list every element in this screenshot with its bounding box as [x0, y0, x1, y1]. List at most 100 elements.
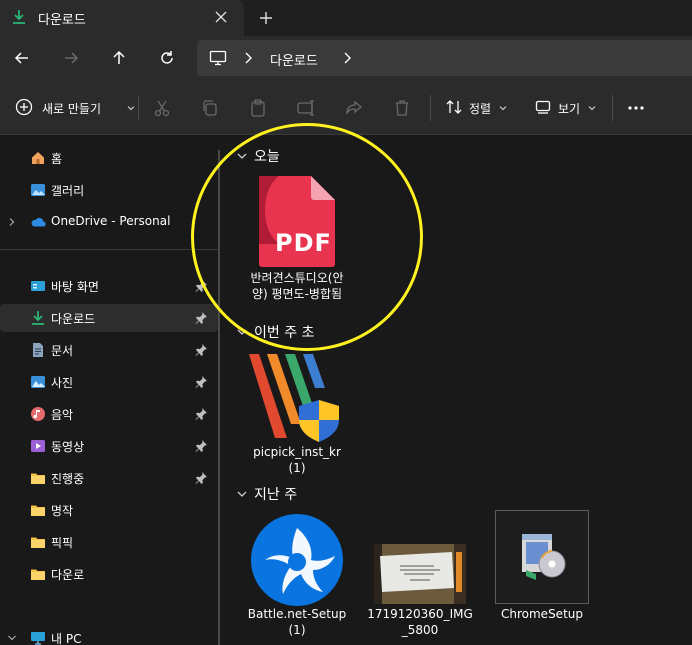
- paste-icon[interactable]: [248, 98, 268, 118]
- folder-icon: [31, 537, 45, 548]
- sidebar-item-label: 다운로: [51, 568, 85, 582]
- pin-icon[interactable]: [194, 343, 208, 357]
- sidebar-item-label: 사진: [51, 376, 74, 390]
- command-bar: 새로 만들기 정렬 보기: [0, 80, 692, 135]
- videos-icon: [31, 440, 45, 452]
- pin-icon[interactable]: [194, 407, 208, 421]
- back-icon[interactable]: [12, 48, 32, 68]
- sidebar-item-label: 내 PC: [51, 632, 82, 645]
- copy-icon[interactable]: [200, 98, 220, 118]
- breadcrumb-downloads[interactable]: 다운로드: [270, 50, 318, 69]
- file-item-image[interactable]: 1719120360_IMG_5800: [367, 512, 473, 642]
- chevron-down-icon: [588, 106, 596, 111]
- sidebar-item-downloads[interactable]: 다운로드: [0, 304, 218, 332]
- picpick-installer-icon: [249, 354, 339, 442]
- new-button-label: 새로 만들기: [42, 102, 102, 116]
- chevron-down-icon: [237, 153, 247, 159]
- divider: [612, 95, 613, 121]
- pc-icon: [31, 632, 45, 645]
- file-item-pdf[interactable]: PDF 반려견스튜디오(안양) 평면도-병합됨: [247, 172, 347, 312]
- pin-icon[interactable]: [194, 311, 208, 325]
- sidebar-item-pictures[interactable]: 사진: [0, 368, 218, 396]
- tab-downloads[interactable]: 다운로드: [0, 0, 244, 36]
- sidebar-item-this-pc[interactable]: 내 PC: [0, 624, 218, 645]
- tab-bar: 다운로드: [0, 0, 692, 36]
- delete-icon[interactable]: [392, 98, 412, 118]
- sidebar-item-label: 다운로드: [51, 312, 96, 326]
- sidebar-item-label: 갤러리: [51, 184, 85, 198]
- onedrive-icon: [31, 217, 46, 227]
- plus-circle-icon: [15, 98, 33, 116]
- pictures-icon: [31, 376, 45, 388]
- sidebar-item-picpick[interactable]: 픽픽: [0, 528, 218, 556]
- close-icon[interactable]: [212, 8, 230, 26]
- rename-icon[interactable]: [296, 98, 316, 118]
- sidebar-item-download-folder[interactable]: 다운로: [0, 560, 218, 588]
- chevron-down-icon: [237, 491, 247, 497]
- sidebar-item-masterpiece[interactable]: 명작: [0, 496, 218, 524]
- image-thumbnail: [374, 544, 466, 604]
- desktop-icon: [31, 281, 45, 291]
- up-icon[interactable]: [109, 48, 129, 68]
- file-name: 1719120360_IMG_5800: [367, 607, 473, 637]
- documents-icon: [33, 343, 43, 357]
- sidebar-item-in-progress[interactable]: 진행중: [0, 464, 218, 492]
- sort-icon: [446, 100, 462, 114]
- chevron-right-icon[interactable]: [241, 50, 255, 66]
- file-item-picpick[interactable]: picpick_inst_kr (1): [247, 350, 347, 480]
- chevron-right-icon[interactable]: [340, 50, 354, 66]
- sidebar-item-desktop[interactable]: 바탕 화면: [0, 272, 218, 300]
- divider: [0, 249, 218, 250]
- address-field[interactable]: 다운로드: [197, 40, 692, 76]
- refresh-icon[interactable]: [157, 48, 177, 68]
- pin-icon[interactable]: [194, 471, 208, 485]
- pin-icon[interactable]: [194, 375, 208, 389]
- sidebar-item-label: 바탕 화면: [51, 280, 99, 294]
- share-icon[interactable]: [344, 98, 364, 118]
- chevron-down-icon[interactable]: [7, 633, 17, 643]
- sidebar-item-label: 진행중: [51, 472, 85, 486]
- sidebar-item-label: 음악: [51, 408, 74, 422]
- file-name: ChromeSetup: [501, 607, 583, 621]
- chevron-right-icon[interactable]: [7, 217, 17, 227]
- view-label: 보기: [558, 102, 581, 116]
- group-label: 지난 주: [254, 487, 298, 503]
- computer-icon: [209, 50, 227, 66]
- pin-icon[interactable]: [194, 439, 208, 453]
- divider: [430, 95, 431, 121]
- sidebar-item-videos[interactable]: 동영상: [0, 432, 218, 460]
- pane-splitter[interactable]: [218, 150, 220, 645]
- sidebar-item-onedrive[interactable]: OneDrive - Personal: [0, 208, 218, 236]
- sidebar-item-gallery[interactable]: 갤러리: [0, 176, 218, 204]
- chevron-down-icon: [237, 329, 247, 335]
- group-label: 오늘: [254, 149, 280, 165]
- tab-title: 다운로드: [38, 13, 86, 28]
- sidebar-item-label: 동영상: [51, 440, 85, 454]
- pdf-badge: PDF: [275, 229, 332, 257]
- forward-icon[interactable]: [61, 48, 81, 68]
- file-item-battlenet[interactable]: Battle.net-Setup (1): [247, 512, 347, 642]
- file-name: picpick_inst_kr (1): [253, 445, 341, 475]
- chevron-down-icon: [127, 106, 135, 111]
- sidebar-item-label: 픽픽: [51, 536, 74, 550]
- new-tab-button[interactable]: [256, 8, 276, 28]
- sidebar-item-home[interactable]: 홈: [0, 144, 218, 172]
- folder-icon: [31, 569, 45, 580]
- download-icon: [32, 311, 44, 325]
- sidebar-item-documents[interactable]: 문서: [0, 336, 218, 364]
- sidebar-item-label: OneDrive - Personal: [51, 214, 171, 228]
- file-item-chrome-setup[interactable]: ChromeSetup: [492, 510, 592, 642]
- file-name: 반려견스튜디오(안양) 평면도-병합됨: [250, 271, 344, 301]
- chevron-down-icon: [499, 106, 507, 111]
- pin-icon[interactable]: [194, 279, 208, 293]
- battlenet-icon: [251, 514, 343, 606]
- view-icon: [535, 100, 551, 114]
- home-icon: [32, 152, 44, 164]
- sidebar-item-music[interactable]: 음악: [0, 400, 218, 428]
- more-options-icon[interactable]: [626, 98, 646, 118]
- file-list: 오늘 PDF 반려견스튜디오(안양) 평면도-병합됨 이번 주 초 picpic…: [222, 136, 692, 645]
- sidebar-item-label: 문서: [51, 344, 74, 358]
- cut-icon[interactable]: [152, 98, 172, 118]
- music-icon: [31, 407, 45, 421]
- navigation-pane: 홈 갤러리 OneDrive - Personal 바탕 화면 다운로드 문서 …: [0, 136, 218, 645]
